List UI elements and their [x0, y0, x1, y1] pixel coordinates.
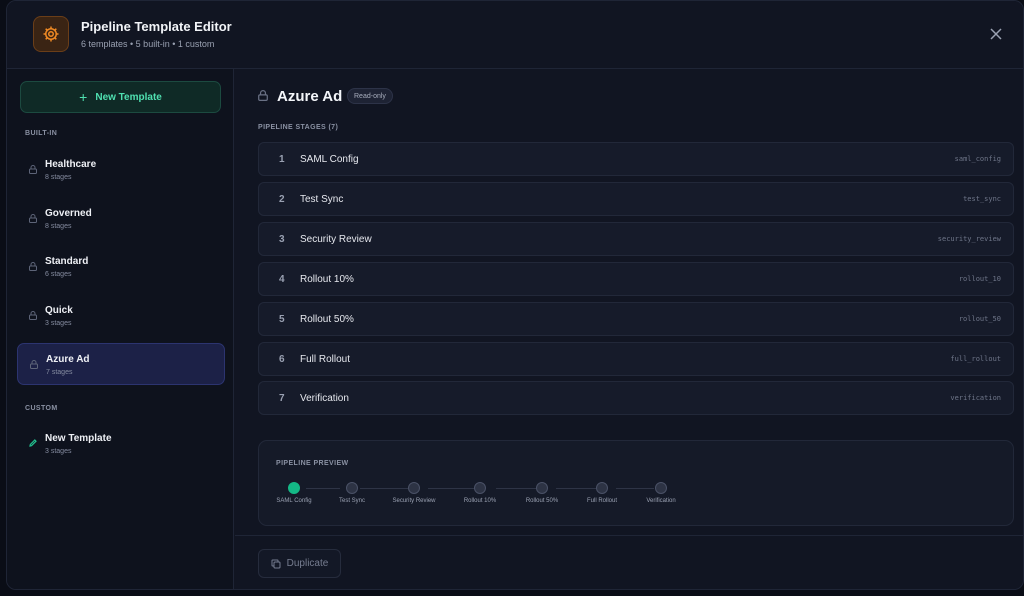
- stage-row[interactable]: 7 Verification verification: [258, 381, 1014, 415]
- sidebar-item-healthcare[interactable]: Healthcare 8 stages: [17, 149, 225, 191]
- stage-row[interactable]: 4 Rollout 10% rollout_10: [258, 262, 1014, 296]
- stage-key: test_sync: [963, 195, 1001, 203]
- stage-row[interactable]: 3 Security Review security_review: [258, 222, 1014, 256]
- sidebar-item-quick[interactable]: Quick 3 stages: [17, 295, 225, 337]
- stage-number: 7: [279, 393, 285, 404]
- stage-label: Rollout 50%: [300, 314, 354, 325]
- stage-number: 3: [279, 234, 285, 245]
- sidebar-item-name: Quick: [45, 305, 73, 316]
- sidebar-item-meta: 8 stages: [45, 174, 72, 181]
- preview-step-dot: [655, 482, 667, 494]
- stages-section-label: PIPELINE STAGES (7): [258, 124, 339, 131]
- stage-key: rollout_10: [958, 275, 1001, 283]
- sidebar-item-azure-ad[interactable]: Azure Ad 7 stages: [17, 343, 225, 385]
- preview-connector: [360, 488, 408, 489]
- template-detail-panel: Azure Ad Read-only PIPELINE STAGES (7) 1…: [235, 69, 1023, 589]
- preview-step-dot: [596, 482, 608, 494]
- sidebar-item-name: New Template: [45, 433, 112, 444]
- stage-row[interactable]: 1 SAML Config saml_config: [258, 142, 1014, 176]
- lock-icon: [29, 214, 37, 223]
- sidebar-item-name: Healthcare: [45, 159, 97, 170]
- stage-label: Verification: [300, 393, 349, 404]
- stage-label: Rollout 10%: [300, 274, 354, 285]
- preview-step-label: Test Sync: [338, 498, 365, 504]
- sidebar-item-name: Standard: [45, 256, 89, 267]
- modal-title: Pipeline Template Editor: [81, 19, 232, 34]
- stage-number: 6: [279, 354, 285, 365]
- preview-step-dot: [536, 482, 548, 494]
- preview-step-dot: [346, 482, 358, 494]
- lock-icon: [29, 311, 37, 320]
- duplicate-label: Duplicate: [286, 558, 329, 569]
- preview-label: PIPELINE PREVIEW: [276, 460, 349, 467]
- preview-step-label: Verification: [646, 498, 676, 504]
- template-editor-modal: Pipeline Template Editor 6 templates • 5…: [6, 0, 1024, 590]
- new-template-button[interactable]: + New Template: [20, 81, 221, 113]
- stage-key: security_review: [937, 235, 1001, 243]
- sidebar-item-standard[interactable]: Standard 6 stages: [17, 246, 225, 288]
- lock-icon: [29, 165, 37, 174]
- sidebar-item-meta: 8 stages: [45, 223, 72, 230]
- stage-number: 1: [279, 154, 285, 165]
- sidebar-item-new-template[interactable]: New Template 3 stages: [17, 423, 225, 465]
- preview-step-dot: [408, 482, 420, 494]
- preview-step-dot: [288, 482, 300, 494]
- plus-icon: +: [79, 89, 88, 105]
- sidebar-item-meta: 3 stages: [45, 320, 72, 327]
- sidebar-item-meta: 6 stages: [45, 271, 72, 278]
- lock-icon: [258, 90, 268, 101]
- pencil-icon: [29, 439, 37, 447]
- builtin-section-label: BUILT-IN: [25, 130, 58, 137]
- sidebar-item-name: Governed: [45, 208, 92, 219]
- preview-connector: [306, 488, 340, 489]
- new-template-label: New Template: [95, 91, 162, 103]
- stage-label: Full Rollout: [300, 354, 351, 365]
- lock-icon: [29, 262, 37, 271]
- template-title: Azure Ad: [277, 88, 343, 105]
- panel-footer: Duplicate: [235, 535, 1023, 589]
- template-sidebar: + New Template BUILT-IN Healthcare 8 sta…: [7, 69, 234, 589]
- stage-number: 2: [279, 194, 285, 205]
- stage-row[interactable]: 6 Full Rollout full_rollout: [258, 342, 1014, 376]
- stage-number: 5: [279, 314, 285, 325]
- close-button[interactable]: [987, 25, 1005, 43]
- modal-subtitle: 6 templates • 5 built-in • 1 custom: [81, 39, 215, 49]
- preview-connector: [428, 488, 476, 489]
- stage-key: saml_config: [954, 155, 1001, 163]
- preview-connector: [496, 488, 536, 489]
- stage-label: Test Sync: [300, 194, 344, 205]
- stage-row[interactable]: 2 Test Sync test_sync: [258, 182, 1014, 216]
- custom-section-label: CUSTOM: [25, 405, 58, 412]
- sidebar-item-name: Azure Ad: [46, 354, 90, 365]
- stage-key: full_rollout: [950, 355, 1001, 363]
- sidebar-item-meta: 7 stages: [46, 369, 73, 376]
- stage-label: SAML Config: [300, 154, 359, 165]
- preview-connector: [556, 488, 596, 489]
- duplicate-button[interactable]: Duplicate: [258, 549, 341, 578]
- readonly-badge: Read-only: [347, 88, 393, 104]
- copy-icon: [271, 559, 281, 568]
- stage-key: verification: [950, 394, 1001, 402]
- stage-key: rollout_50: [958, 315, 1001, 323]
- stage-label: Security Review: [300, 234, 372, 245]
- preview-connector: [616, 488, 654, 489]
- lock-icon: [30, 360, 38, 369]
- preview-step-label: Rollout 10%: [463, 498, 497, 504]
- pipeline-preview: PIPELINE PREVIEW SAML Config Test Sync S…: [258, 440, 1014, 526]
- close-icon: [990, 28, 1002, 40]
- preview-step-label: Security Review: [392, 498, 436, 504]
- preview-step-dot: [474, 482, 486, 494]
- stage-number: 4: [279, 274, 285, 285]
- stage-row[interactable]: 5 Rollout 50% rollout_50: [258, 302, 1014, 336]
- sidebar-item-meta: 3 stages: [45, 448, 72, 455]
- modal-header: Pipeline Template Editor 6 templates • 5…: [7, 1, 1023, 69]
- gear-icon: [33, 16, 69, 52]
- sidebar-item-governed[interactable]: Governed 8 stages: [17, 198, 225, 240]
